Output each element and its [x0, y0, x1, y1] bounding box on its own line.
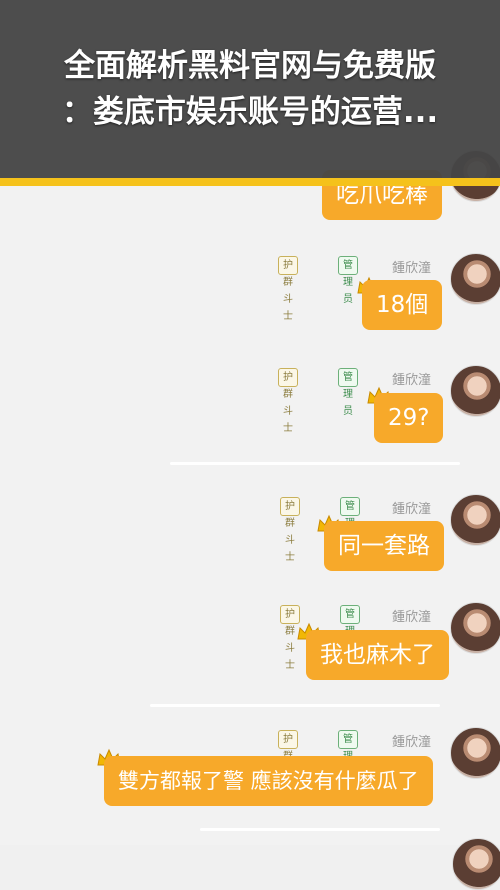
- avatar[interactable]: [450, 253, 500, 305]
- avatar[interactable]: [450, 602, 500, 654]
- username: 鍾欣潼: [392, 373, 432, 388]
- banner-title-line-1: 全面解析黑料官网与免费版: [64, 48, 436, 84]
- fan-badge: 护群斗士: [278, 256, 298, 322]
- fan-badge: 护群斗士: [278, 368, 298, 434]
- avatar[interactable]: [450, 365, 500, 417]
- admin-badge: 管理员: [338, 256, 358, 305]
- message-bubble[interactable]: 同一套路: [324, 521, 444, 571]
- divider: [150, 704, 440, 707]
- banner-accent-stripe: [0, 178, 500, 186]
- divider: [200, 828, 440, 831]
- message-bubble[interactable]: 29?: [374, 393, 444, 443]
- message-bubble[interactable]: 雙方都報了警 應該沒有什麼瓜了: [104, 756, 433, 806]
- username: 鍾欣潼: [392, 261, 432, 276]
- username: 鍾欣潼: [392, 735, 432, 750]
- fan-badge: 护群斗士: [278, 730, 298, 796]
- avatar[interactable]: [452, 838, 500, 890]
- avatar[interactable]: [450, 494, 500, 546]
- fan-badge: 护群斗士: [280, 497, 300, 563]
- username: 鍾欣潼: [392, 502, 432, 517]
- title-banner: 全面解析黑料官网与免费版 ：娄底市娱乐账号的运营...: [0, 0, 500, 186]
- admin-badge: 管理员: [338, 368, 358, 417]
- username: 鍾欣潼: [392, 610, 432, 625]
- message-bubble[interactable]: 我也麻木了: [306, 630, 449, 680]
- admin-badge: 管理员: [340, 605, 360, 654]
- admin-badge: 管理员: [340, 497, 360, 546]
- avatar[interactable]: [450, 727, 500, 779]
- banner-title-line-2: ：娄底市娱乐账号的运营...: [61, 94, 439, 130]
- message-bubble[interactable]: 18個: [362, 280, 443, 330]
- admin-badge: 管理员: [338, 730, 358, 779]
- divider: [170, 462, 460, 465]
